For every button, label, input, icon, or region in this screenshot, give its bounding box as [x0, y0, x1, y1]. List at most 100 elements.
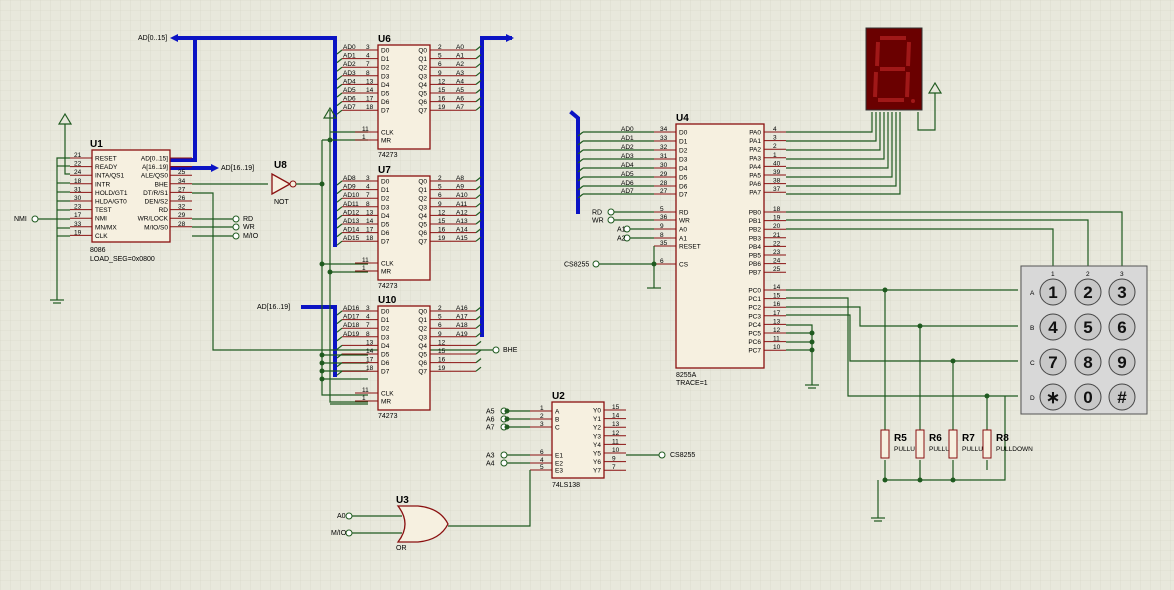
u4-in-label: AD5: [621, 171, 634, 178]
u6-pin-name: D1: [381, 56, 390, 63]
u7-pin-name: D5: [381, 222, 390, 229]
u1-pin-num: 23: [74, 204, 82, 211]
u4-pin-name: D0: [679, 130, 688, 137]
u10-pin-num: 13: [366, 339, 374, 346]
u10-pin-name: CLK: [381, 391, 394, 398]
junction-dot: [327, 269, 333, 275]
u10-pin-num: 17: [366, 357, 374, 364]
u7-pin-num: 9: [438, 201, 442, 208]
gate-u8-name: U8: [274, 160, 287, 171]
u4-pin-name: PC7: [748, 348, 761, 355]
u4-pin-name: D6: [679, 184, 688, 191]
u2-pin-name: Y3: [593, 433, 601, 440]
u2-pin-num: 13: [612, 421, 620, 428]
u6-pin-num: 9: [438, 70, 442, 77]
u10-pin-num: 9: [438, 331, 442, 338]
keypad[interactable]: 1 2 3 4 5 6 7 8 9 ∗ 0 # A B C D 1 2 3: [1020, 265, 1148, 415]
u4-pin-num: 19: [773, 215, 781, 222]
chip-u6-type: 74273: [378, 152, 398, 159]
u6-pin-name: D3: [381, 73, 390, 80]
u4-pin-num: 38: [773, 178, 781, 185]
u2-pin-num: 4: [540, 457, 544, 464]
u7-in-label: AD13: [343, 218, 360, 225]
u6-out-label: A3: [456, 70, 464, 77]
u7-out-label: A12: [456, 209, 468, 216]
u6-pin-num: 18: [366, 104, 374, 111]
u10-pin-num: 11: [362, 387, 369, 394]
u4-pin-name: PB5: [749, 253, 762, 260]
u10-pin-num: 19: [438, 365, 446, 372]
u6-pin-num: 17: [366, 96, 374, 103]
u4-pin-num: 20: [773, 223, 781, 230]
u1-pin-name: DEN/S2: [145, 199, 169, 206]
u4-pin-num: 17: [773, 310, 781, 317]
u6-out-label: A0: [456, 44, 464, 51]
u4-pin-name: PB0: [749, 210, 762, 217]
u6-pin-name: D0: [381, 48, 390, 55]
u4-ctrl-label: A1: [617, 227, 626, 234]
u4-pin-name: PC4: [748, 322, 761, 329]
u4-pin-name: RESET: [679, 244, 701, 251]
junction-dot: [504, 408, 510, 414]
u4-pin-num: 31: [660, 153, 668, 160]
u6-pin-name: D2: [381, 65, 390, 72]
keypad-key-label: 4: [1048, 318, 1058, 337]
u6-pin-num: 15: [438, 87, 446, 94]
u1-pin-name: RESET: [95, 156, 117, 163]
u6-pin-name: Q0: [418, 48, 427, 55]
u4-pin-name: PC2: [748, 305, 761, 312]
u7-pin-name: Q4: [418, 213, 427, 220]
u4-ctrl-label: CS8255: [564, 262, 589, 269]
u4-in-label: AD1: [621, 135, 634, 142]
keypad-col-label: 2: [1086, 271, 1090, 278]
u7-pin-name: MR: [381, 269, 391, 276]
u4-pin-name: D1: [679, 139, 688, 146]
keypad-key-label: 7: [1048, 353, 1057, 372]
chip-u7-type: 74273: [378, 283, 398, 290]
u4-pin-num: 8: [660, 232, 664, 239]
u4-pin-name: D4: [679, 166, 688, 173]
u4-pin-num: 12: [773, 327, 781, 334]
u6-pin-num: 7: [366, 61, 370, 68]
u6-in-label: AD7: [343, 104, 356, 111]
u4-pin-name: D7: [679, 192, 688, 199]
u7-in-label: AD11: [343, 201, 359, 208]
keypad-key-label: #: [1117, 388, 1127, 407]
u4-pin-name: CS: [679, 262, 689, 269]
u6-pin-num: 11: [362, 126, 369, 133]
u7-pin-name: D3: [381, 204, 390, 211]
u2-pin-num: 5: [540, 464, 544, 471]
u6-pin-name: Q4: [418, 82, 427, 89]
gate-u3-name: U3: [396, 495, 409, 506]
u6-in-label: AD5: [343, 87, 356, 94]
u10-pin-name: Q5: [418, 352, 427, 359]
keypad-col-label: 1: [1051, 271, 1055, 278]
chip-u4-type: 8255A: [676, 372, 697, 379]
u10-out-label: A16: [456, 305, 468, 312]
u4-pin-num: 25: [773, 266, 781, 273]
u7-pin-name: CLK: [381, 261, 394, 268]
u6-pin-num: 16: [438, 96, 446, 103]
seven-segment-display[interactable]: [865, 27, 923, 111]
resistor-body: [948, 429, 958, 459]
u10-pin-name: D0: [381, 309, 390, 316]
u10-pin-name: D3: [381, 334, 390, 341]
mio-label: M/IO: [243, 233, 259, 240]
u2-pin-num: 6: [540, 449, 544, 456]
u6-pin-name: D6: [381, 99, 390, 106]
u7-pin-name: Q5: [418, 222, 427, 229]
u7-pin-num: 5: [438, 184, 442, 191]
u4-pin-name: PA1: [749, 138, 761, 145]
u4-in-label: AD6: [621, 180, 634, 187]
u7-pin-num: 16: [438, 227, 446, 234]
u4-pin-num: 15: [773, 293, 781, 300]
a-bus-label: AD[16..19]: [221, 165, 254, 172]
junction-dot: [319, 261, 325, 267]
u4-pin-num: 16: [773, 301, 781, 308]
u10-pin-num: 5: [438, 314, 442, 321]
junction-dot: [319, 368, 325, 374]
u4-pin-num: 6: [660, 258, 664, 265]
u1-pin-num: 26: [178, 195, 186, 202]
chip-u10-type: 74273: [378, 413, 398, 420]
u1-pin-num: 21: [74, 152, 82, 159]
